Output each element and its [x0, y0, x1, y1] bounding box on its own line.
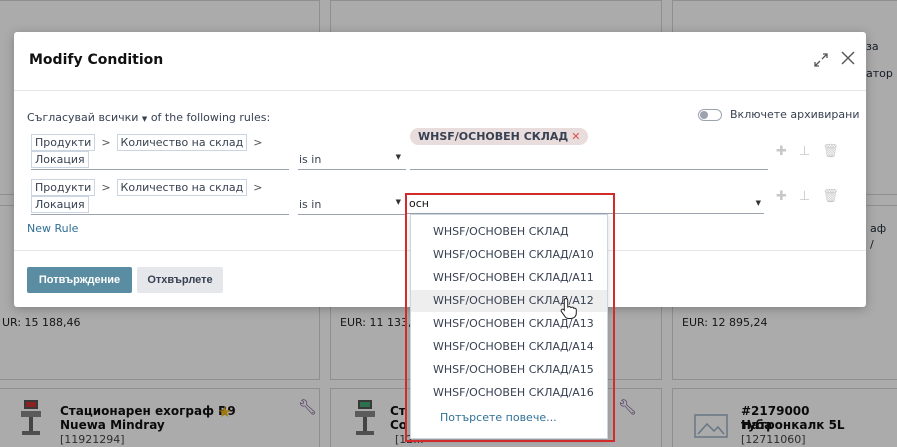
chevron-down-icon: ▼ [395, 153, 401, 161]
path-separator-icon: > [253, 181, 263, 194]
expand-icon[interactable] [812, 51, 830, 69]
path-segment[interactable]: Локация [31, 196, 89, 213]
add-icon[interactable]: ✚ [776, 144, 787, 159]
path-segment[interactable]: Локация [31, 151, 89, 168]
pointer-cursor-icon [560, 297, 577, 319]
path-separator-icon: > [253, 136, 263, 149]
chevron-down-icon[interactable]: ▼ [756, 199, 761, 207]
rule-1-value-field[interactable]: WHSF/ОСНОВЕН СКЛАД ✕ [410, 128, 768, 170]
close-icon[interactable] [838, 48, 858, 68]
rule-1-actions: ✚ ⊥ 🗑︎ [776, 144, 851, 159]
rule-1-operator-select[interactable]: is in ▼ [298, 148, 406, 170]
match-mode-value: всички [98, 111, 139, 124]
path-segment[interactable]: Количество на склад [116, 179, 248, 196]
chevron-down-icon: ▼ [395, 198, 401, 206]
toggle-switch[interactable] [698, 109, 722, 121]
remove-chip-icon[interactable]: ✕ [571, 130, 580, 143]
value-chip: WHSF/ОСНОВЕН СКЛАД ✕ [410, 128, 589, 145]
path-separator-icon: > [101, 136, 111, 149]
chevron-down-icon: ▼ [141, 115, 148, 123]
match-rules-line: Съгласувай всички ▼ of the following rul… [27, 111, 270, 124]
dialog-header: Modify Condition [14, 32, 866, 91]
rule-2-path[interactable]: Продукти > Количество на склад > Локация [31, 179, 289, 215]
path-segment[interactable]: Количество на склад [116, 134, 248, 151]
match-prefix: Съгласувай [27, 111, 95, 124]
add-icon[interactable]: ✚ [776, 189, 787, 204]
confirm-button[interactable]: Потвърждение [27, 267, 132, 293]
rule-1-path[interactable]: Продукти > Количество на склад > Локация [31, 134, 289, 170]
match-suffix: of the following rules: [150, 111, 271, 124]
annotation-highlight [405, 193, 615, 442]
trash-icon[interactable]: 🗑︎ [822, 144, 839, 159]
path-separator-icon: > [101, 181, 111, 194]
hierarchy-icon[interactable]: ⊥ [799, 144, 810, 159]
match-mode-select[interactable]: всички ▼ [98, 111, 147, 124]
trash-icon[interactable]: 🗑︎ [822, 189, 839, 204]
hierarchy-icon[interactable]: ⊥ [799, 189, 810, 204]
dialog-title: Modify Condition [29, 52, 164, 68]
rule-2-actions: ✚ ⊥ 🗑︎ [776, 189, 851, 204]
path-segment[interactable]: Продукти [31, 134, 96, 151]
discard-button[interactable]: Отхвърлете [137, 267, 223, 293]
operator-value: is in [299, 153, 322, 166]
new-rule-link[interactable]: New Rule [27, 222, 78, 235]
path-segment[interactable]: Продукти [31, 179, 96, 196]
chip-label: WHSF/ОСНОВЕН СКЛАД [418, 130, 569, 143]
include-archived-label: Включете архивирани [730, 108, 860, 121]
rule-2-operator-select[interactable]: is in ▼ [298, 193, 406, 215]
operator-value: is in [299, 198, 322, 211]
